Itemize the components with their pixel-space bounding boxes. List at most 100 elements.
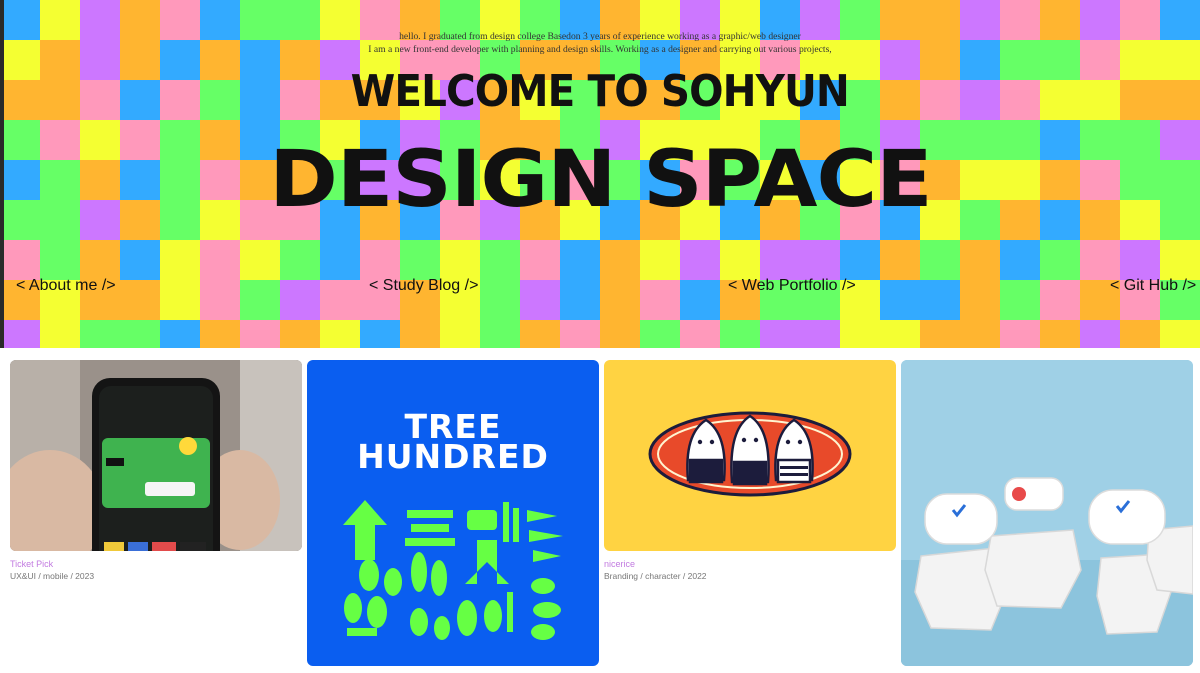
project-thumbnail-device[interactable] [901, 360, 1193, 666]
mosaic-tile [680, 280, 720, 320]
hero-title-line-1-text: WELCOME TO SOHYUN [350, 66, 850, 117]
phone-mockup-image [10, 360, 302, 551]
mosaic-tile [320, 320, 360, 348]
mosaic-tile [240, 240, 280, 280]
mosaic-tile [440, 240, 480, 280]
mosaic-tile [400, 240, 440, 280]
mosaic-tile [440, 320, 480, 348]
rice-characters-logo [648, 411, 852, 497]
mosaic-tile [520, 280, 560, 320]
mosaic-tile [1080, 320, 1120, 348]
mosaic-tile [160, 240, 200, 280]
mosaic-tile [240, 320, 280, 348]
mosaic-tile [920, 240, 960, 280]
mosaic-tile [560, 320, 600, 348]
mosaic-tile [680, 320, 720, 348]
mosaic-tile [880, 280, 920, 320]
mosaic-tile [80, 240, 120, 280]
mosaic-tile [160, 280, 200, 320]
mosaic-tile [0, 320, 40, 348]
mosaic-tile [520, 320, 560, 348]
mosaic-tile [320, 240, 360, 280]
project-name-nicerice[interactable]: nicerice [604, 559, 635, 569]
mosaic-tile [40, 240, 80, 280]
mosaic-tile [40, 320, 80, 348]
mosaic-tile [280, 280, 320, 320]
project-name-ticket-pick[interactable]: Ticket Pick [10, 559, 53, 569]
mosaic-tile [920, 280, 960, 320]
mosaic-tile [280, 320, 320, 348]
mosaic-tile [760, 320, 800, 348]
nav-about-me[interactable]: < About me /> [16, 277, 116, 295]
mosaic-tile [1040, 240, 1080, 280]
mosaic-tile [560, 240, 600, 280]
project-thumbnail-tree-hundred[interactable]: TREE HUNDRED [307, 360, 599, 666]
mosaic-tile [0, 240, 40, 280]
device-product-photo [901, 360, 1193, 666]
mosaic-tile [760, 240, 800, 280]
mosaic-tile [80, 320, 120, 348]
mosaic-tile [120, 320, 160, 348]
mosaic-tile [280, 240, 320, 280]
project-thumbnail-ticket-pick[interactable] [10, 360, 302, 551]
mosaic-tile [960, 280, 1000, 320]
mosaic-tile [880, 240, 920, 280]
mosaic-tile [480, 240, 520, 280]
mosaic-tile [240, 280, 280, 320]
mosaic-tile [200, 320, 240, 348]
mosaic-tile [200, 240, 240, 280]
mosaic-tile [920, 320, 960, 348]
mosaic-tile [600, 240, 640, 280]
nav-web-portfolio[interactable]: < Web Portfolio /> [728, 277, 856, 295]
project-meta-ticket-pick: UX&UI / mobile / 2023 [10, 571, 95, 581]
hero-title-line-2: DESIGN SPACE [0, 120, 1200, 240]
mosaic-tile [1040, 320, 1080, 348]
mosaic-tile [1120, 240, 1160, 280]
hero-left-edge [0, 0, 4, 348]
mosaic-tile [160, 320, 200, 348]
mosaic-tile [1000, 320, 1040, 348]
mosaic-tile [1040, 280, 1080, 320]
mosaic-tile [120, 280, 160, 320]
mosaic-tile [600, 320, 640, 348]
mosaic-tile [960, 240, 1000, 280]
mosaic-tile [840, 320, 880, 348]
project-meta-nicerice: Branding / character / 2022 [604, 571, 707, 581]
intro-text: hello. I graduated from design college B… [0, 30, 1200, 56]
mosaic-tile [1000, 240, 1040, 280]
intro-line-2: I am a new front-end developer with plan… [368, 44, 832, 55]
mosaic-tile [720, 240, 760, 280]
mosaic-tile [1120, 320, 1160, 348]
mosaic-tile [520, 240, 560, 280]
mosaic-tile [800, 240, 840, 280]
mosaic-tile [360, 320, 400, 348]
mosaic-tile [480, 280, 520, 320]
mosaic-tile [680, 240, 720, 280]
hero-title-line-1: WELCOME TO SOHYUN [0, 62, 1200, 122]
hero-title-line-2-text: DESIGN SPACE [268, 135, 932, 225]
mosaic-tile [640, 320, 680, 348]
project-thumbnail-nicerice[interactable] [604, 360, 896, 551]
mosaic-tile [400, 320, 440, 348]
project-grid: Ticket Pick UX&UI / mobile / 2023 TREE H… [0, 360, 1200, 673]
mosaic-tile [880, 320, 920, 348]
mosaic-tile [640, 240, 680, 280]
mosaic-tile [320, 280, 360, 320]
intro-line-1: hello. I graduated from design college B… [399, 31, 801, 42]
mosaic-tile [840, 240, 880, 280]
mosaic-tile [640, 280, 680, 320]
mosaic-tile [720, 320, 760, 348]
mosaic-tile [1080, 240, 1120, 280]
mosaic-tile [200, 280, 240, 320]
mosaic-tile [1000, 280, 1040, 320]
nav-git-hub[interactable]: < Git Hub /> [1110, 277, 1196, 295]
nav-study-blog[interactable]: < Study Blog /> [369, 277, 478, 295]
mosaic-tile [360, 240, 400, 280]
mosaic-tile [120, 240, 160, 280]
mosaic-tile [560, 280, 600, 320]
mosaic-tile [1160, 240, 1200, 280]
tree-pattern-illustration [343, 500, 563, 640]
mosaic-tile [600, 280, 640, 320]
mosaic-tile [800, 320, 840, 348]
hero-banner: hello. I graduated from design college B… [0, 0, 1200, 348]
